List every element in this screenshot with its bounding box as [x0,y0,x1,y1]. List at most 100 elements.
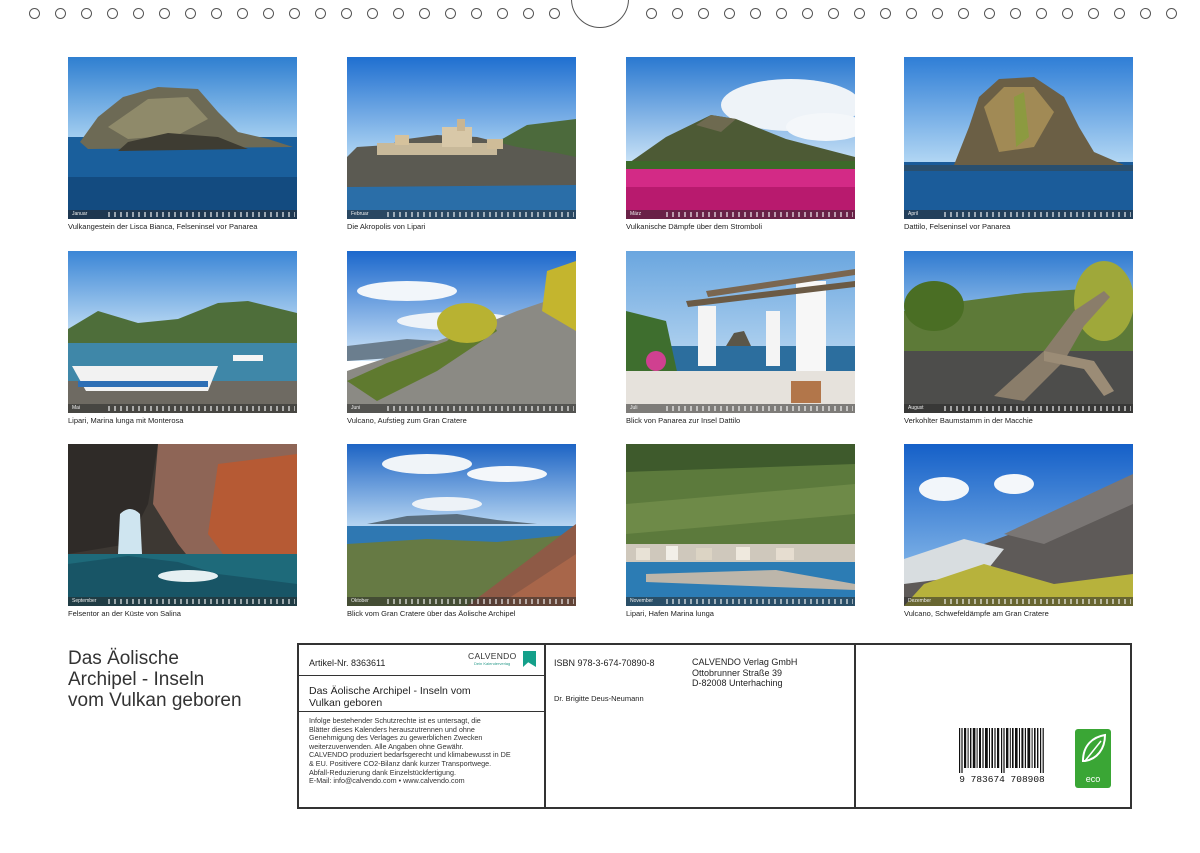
calendar-strip: Januar [68,210,297,219]
calendar-strip: März [626,210,855,219]
publisher-address: CALVENDO Verlag GmbH Ottobrunner Straße … [692,657,797,689]
photo-thumbnail: November [626,444,855,606]
marina-lunga-image [68,251,297,413]
binding-ring [854,8,865,19]
binding-ring [107,8,118,19]
barcode-bars [959,728,1044,773]
calendar-strip: November [626,597,855,606]
calendar-strip: September [68,597,297,606]
binding-ring [159,8,170,19]
binding-ring [828,8,839,19]
photo-thumbnail: August [904,251,1133,413]
binding-ring [55,8,66,19]
isbn: ISBN 978-3-674-70890-8 [554,658,655,668]
month-label: Februar [351,211,369,217]
binding-ring [185,8,196,19]
eco-label: eco [1085,774,1101,784]
binding-ring [393,8,404,19]
title-line: Archipel - Inseln [68,669,205,690]
month-label: Juli [630,405,638,411]
month-label: November [630,598,654,604]
archipel-view-image [347,444,576,606]
binding-ring [1088,8,1099,19]
binding-ring [445,8,456,19]
binding-ring [237,8,248,19]
photo-caption: Felsentor an der Küste von Salina [68,609,181,618]
photo-caption: Lipari, Hafen Marina lunga [626,609,714,618]
binding-ring [802,8,813,19]
month-label: Oktober [351,598,369,604]
tree-trunk-image [904,251,1133,413]
binding-ring [341,8,352,19]
divider [544,645,546,807]
calvendo-mark-icon [523,651,536,667]
calendar-strip: Mai [68,404,297,413]
binding-ring [81,8,92,19]
binding-ring [367,8,378,19]
salina-rock-image [68,444,297,606]
lisca-bianca-image [68,57,297,219]
lipari-akropolis-image [347,57,576,219]
photo-thumbnail: Oktober [347,444,576,606]
binding-ring [523,8,534,19]
photo-thumbnail: Juli [626,251,855,413]
photo-thumbnail: Februar [347,57,576,219]
photo-caption: Vulcano, Schwefeldämpfe am Gran Cratere [904,609,1049,618]
photo-caption: Vulkangestein der Lisca Bianca, Felsenin… [68,222,258,231]
product-info-panel: Artikel-Nr. 8363611 CALVENDO Dein Kalend… [297,643,1132,809]
leaf-icon [1081,733,1107,762]
photo-caption: Verkohlter Baumstamm in der Macchie [904,416,1033,425]
binding-ring [984,8,995,19]
binding-ring [1062,8,1073,19]
binding-ring [1114,8,1125,19]
photo-caption: Vulkanische Dämpfe über dem Stromboli [626,222,763,231]
binding-ring [211,8,222,19]
calendar-strip: Juni [347,404,576,413]
binding-ring [1140,8,1151,19]
binding-ring [315,8,326,19]
stromboli-image [626,57,855,219]
panarea-terrace-image [626,251,855,413]
photo-thumbnail: März [626,57,855,219]
gran-cratere-path-image [347,251,576,413]
binding-ring [263,8,274,19]
barcode: 9 783674 708908 [955,728,1049,785]
subtitle-line: Vulkan geboren [309,696,383,709]
divider [299,675,544,676]
month-label: August [908,405,924,411]
month-label: März [630,211,642,217]
photo-caption: Die Akropolis von Lipari [347,222,426,231]
address-line: Ottobrunner Straße 39 [692,667,783,678]
binding-ring [1166,8,1177,19]
legal-line: E-Mail: info@calvendo.com • www.calvendo… [309,776,465,786]
binding-ring [1010,8,1021,19]
logo-text: CALVENDO [468,651,517,661]
logo-subtext: Dein Kalenderverlag [474,661,511,666]
month-label: Dezember [908,598,932,604]
divider [854,645,856,807]
photo-thumbnail: Januar [68,57,297,219]
binding-ring [471,8,482,19]
title-line: vom Vulkan geboren [68,690,242,711]
binding-ring [1036,8,1047,19]
title-line: Das Äolische [68,648,179,669]
binding-ring [549,8,560,19]
month-label: September [72,598,97,604]
month-label: April [908,211,919,217]
eco-badge: eco [1075,729,1111,788]
author: Dr. Brigitte Deus-Neumann [554,694,644,703]
divider [299,711,544,712]
subtitle-line: Das Äolische Archipel - Inseln vom [309,685,471,697]
photo-caption: Dattilo, Felseninsel vor Panarea [904,222,1011,231]
address-line: CALVENDO Verlag GmbH [692,657,798,667]
photo-thumbnail: April [904,57,1133,219]
binding-ring [932,8,943,19]
photo-thumbnail: Mai [68,251,297,413]
binding-ring [419,8,430,19]
calendar-strip: April [904,210,1133,219]
calendar-strip: Dezember [904,597,1133,606]
binding-ring [29,8,40,19]
binding-ring [880,8,891,19]
photo-thumbnail: Dezember [904,444,1133,606]
calendar-title: Das Äolische Archipel - Inseln vom Vulka… [68,648,242,711]
